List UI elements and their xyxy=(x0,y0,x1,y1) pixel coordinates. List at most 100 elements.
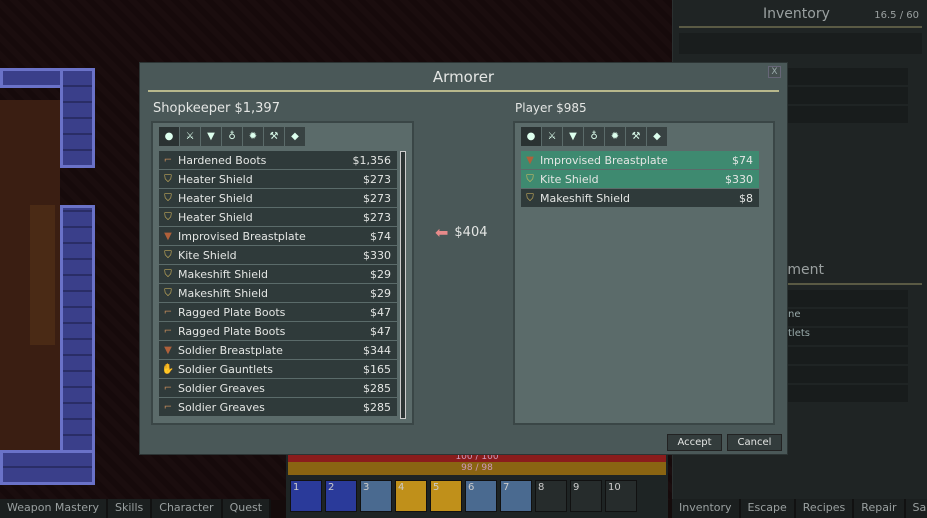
hotbar-slot[interactable]: 7 xyxy=(500,480,532,512)
gear-filter-gear-icon[interactable]: ✹ xyxy=(243,127,263,146)
item-price: $273 xyxy=(363,191,391,205)
potion-filter-potion-icon[interactable]: ♁ xyxy=(584,127,604,146)
shield-icon: ⛉ xyxy=(526,173,534,185)
dialog-title: Armorer xyxy=(432,68,495,86)
item-row[interactable]: ⌐ Hardened Boots $1,356 xyxy=(159,151,397,169)
item-price: $1,356 xyxy=(352,153,392,167)
hotbar-slot[interactable]: 6 xyxy=(465,480,497,512)
hotbar-slot[interactable]: 9 xyxy=(570,480,602,512)
boots-icon: ⌐ xyxy=(163,325,173,337)
tab-escape[interactable]: Escape xyxy=(741,499,796,518)
item-price: $47 xyxy=(370,324,391,338)
armorer-dialog: Armorer X Shopkeeper $1,397 Player $985 … xyxy=(139,62,788,455)
item-price: $273 xyxy=(363,210,391,224)
item-row[interactable]: ⛉ Heater Shield $273 xyxy=(159,189,397,207)
gear-filter-gear-icon[interactable]: ✹ xyxy=(605,127,625,146)
tab-salvage[interactable]: Salvage xyxy=(906,499,927,518)
item-row[interactable]: ⌐ Soldier Greaves $285 xyxy=(159,379,397,397)
gem-filter-gem-icon[interactable]: ◆ xyxy=(285,127,305,146)
boots-icon: ⌐ xyxy=(163,154,173,166)
item-row[interactable]: ⛉ Kite Shield $330 xyxy=(521,170,759,188)
item-name: Ragged Plate Boots xyxy=(178,324,286,338)
item-price: $165 xyxy=(363,362,391,376)
item-row[interactable]: ⛉ Makeshift Shield $29 xyxy=(159,265,397,283)
item-price: $29 xyxy=(370,286,391,300)
shield-icon: ⛉ xyxy=(164,287,172,299)
stamina-bar: 98 / 98 xyxy=(288,462,666,475)
item-row[interactable]: ⌐ Ragged Plate Boots $47 xyxy=(159,303,397,321)
breastplate-icon: ▼ xyxy=(164,230,172,242)
right-tabs: Inventory Escape Recipes Repair Salvage xyxy=(672,499,927,518)
hotbar-slot[interactable]: 10 xyxy=(605,480,637,512)
tab-repair[interactable]: Repair xyxy=(854,499,906,518)
item-row[interactable]: ⌐ Soldier Greaves $285 xyxy=(159,398,397,416)
player-label: Player $985 xyxy=(515,101,587,115)
arrow-left-icon: ⬅ xyxy=(435,223,449,242)
all-filter-all-icon[interactable]: ● xyxy=(159,127,179,146)
equip-slot[interactable]: ne xyxy=(788,309,801,320)
scrollbar[interactable] xyxy=(400,151,406,419)
item-row[interactable]: ▼ Improvised Breastplate $74 xyxy=(521,151,759,169)
boots-icon: ⌐ xyxy=(163,401,173,413)
item-row[interactable]: ▼ Improvised Breastplate $74 xyxy=(159,227,397,245)
item-row[interactable]: ⛉ Makeshift Shield $29 xyxy=(159,284,397,302)
item-row[interactable]: ⛉ Heater Shield $273 xyxy=(159,208,397,226)
item-row[interactable]: ⛉ Makeshift Shield $8 xyxy=(521,189,759,207)
hotbar-slot[interactable]: 4 xyxy=(395,480,427,512)
item-name: Makeshift Shield xyxy=(540,191,631,205)
item-name: Heater Shield xyxy=(178,210,253,224)
item-price: $285 xyxy=(363,381,391,395)
item-row[interactable]: ⛉ Kite Shield $330 xyxy=(159,246,397,264)
player-list: ● ⚔ ▼ ♁ ✹ ⚒ ◆ ▼ Improvised Breastplate $74 ⛉ Kite … xyxy=(513,121,775,425)
boots-icon: ⌐ xyxy=(163,306,173,318)
item-name: Heater Shield xyxy=(178,191,253,205)
item-name: Improvised Breastplate xyxy=(540,153,668,167)
armor-filter-armor-icon[interactable]: ▼ xyxy=(201,127,221,146)
item-row[interactable]: ⌐ Ragged Plate Boots $47 xyxy=(159,322,397,340)
weapon-filter-weapon-icon[interactable]: ⚔ xyxy=(180,127,200,146)
shopkeeper-list: ● ⚔ ▼ ♁ ✹ ⚒ ◆ ⌐ Hardened Boots $1,356 ⛉ Heater Shi… xyxy=(151,121,414,425)
tool-filter-tool-icon[interactable]: ⚒ xyxy=(626,127,646,146)
item-name: Hardened Boots xyxy=(178,153,267,167)
item-name: Ragged Plate Boots xyxy=(178,305,286,319)
item-price: $47 xyxy=(370,305,391,319)
shield-icon: ⛉ xyxy=(164,249,172,261)
hotbar-slot[interactable]: 3 xyxy=(360,480,392,512)
shield-icon: ⛉ xyxy=(164,268,172,280)
weapon-filter-weapon-icon[interactable]: ⚔ xyxy=(542,127,562,146)
item-row[interactable]: ▼ Soldier Breastplate $344 xyxy=(159,341,397,359)
hotbar: 100 / 100 98 / 98 1 2 3 4 5 6 7 8 9 10 xyxy=(286,452,668,518)
tab-weapon-mastery[interactable]: Weapon Mastery xyxy=(0,499,108,518)
left-tabs: Weapon Mastery Skills Character Quest xyxy=(0,499,272,518)
breastplate-icon: ▼ xyxy=(164,344,172,356)
item-price: $330 xyxy=(363,248,391,262)
item-row[interactable]: ⛉ Heater Shield $273 xyxy=(159,170,397,188)
tab-inventory[interactable]: Inventory xyxy=(672,499,741,518)
hotbar-slot[interactable]: 5 xyxy=(430,480,462,512)
hotbar-slot[interactable]: 1 xyxy=(290,480,322,512)
tool-filter-tool-icon[interactable]: ⚒ xyxy=(264,127,284,146)
accept-button[interactable]: Accept xyxy=(667,434,722,451)
armor-filter-armor-icon[interactable]: ▼ xyxy=(563,127,583,146)
tab-skills[interactable]: Skills xyxy=(108,499,153,518)
cancel-button[interactable]: Cancel xyxy=(727,434,782,451)
tab-quest[interactable]: Quest xyxy=(223,499,272,518)
all-filter-all-icon[interactable]: ● xyxy=(521,127,541,146)
item-name: Kite Shield xyxy=(178,248,237,262)
tab-character[interactable]: Character xyxy=(152,499,223,518)
gem-filter-gem-icon[interactable]: ◆ xyxy=(647,127,667,146)
hotbar-slot[interactable]: 2 xyxy=(325,480,357,512)
transfer-amount: ⬅ $404 xyxy=(435,223,488,242)
close-button[interactable]: X xyxy=(768,66,781,78)
item-name: Improvised Breastplate xyxy=(178,229,306,243)
tab-recipes[interactable]: Recipes xyxy=(796,499,855,518)
shield-icon: ⛉ xyxy=(526,192,534,204)
item-price: $330 xyxy=(725,172,753,186)
hotbar-slot[interactable]: 8 xyxy=(535,480,567,512)
potion-filter-potion-icon[interactable]: ♁ xyxy=(222,127,242,146)
inventory-weight: 16.5 / 60 xyxy=(874,10,919,21)
item-name: Soldier Gauntlets xyxy=(178,362,273,376)
shield-icon: ⛉ xyxy=(164,173,172,185)
item-row[interactable]: ✋ Soldier Gauntlets $165 xyxy=(159,360,397,378)
equip-slot[interactable]: tlets xyxy=(788,328,810,339)
